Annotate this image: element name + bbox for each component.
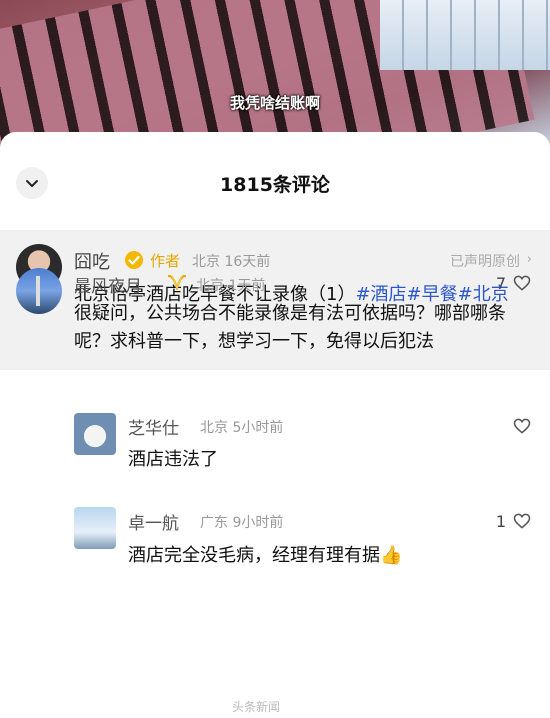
like-count: 7 (495, 273, 506, 293)
fan-badge-icon (167, 274, 187, 290)
avatar[interactable] (74, 507, 116, 549)
heart-icon (513, 513, 531, 529)
comment-sheet: 1815条评论 囧吃 作者 北京 16天前 已声明原创 › 北京怡亭酒店吃早餐不… (0, 132, 550, 718)
commenter-name[interactable]: 卓一航 (128, 509, 179, 534)
commenter-name[interactable]: 芝华仕 (128, 414, 179, 439)
author-name[interactable]: 囧吃 (74, 248, 110, 274)
like-count: 1 (495, 511, 506, 531)
author-tag: 作者 (150, 252, 181, 270)
heart-icon (513, 418, 531, 434)
comment-meta: 广东 9小时前 (200, 515, 284, 531)
sheet-header: 1815条评论 (0, 132, 550, 230)
comment-meta: 北京 16天前 (192, 254, 271, 270)
video-window (380, 0, 550, 70)
comment-text: 酒店完全没毛病，经理有理有据👍 (128, 545, 403, 566)
video-subtitle: 我凭啥结账啊 (229, 94, 320, 112)
heart-icon (513, 275, 531, 291)
chevron-right-icon: › (526, 252, 532, 267)
like-button[interactable]: 7 (496, 273, 532, 293)
comment-text: 很疑问，公共场合不能录像是有法可依据吗？哪部哪条呢？求科普一下，想学习一下，免得… (74, 303, 506, 352)
comment-meta: 北京 1天前 (196, 278, 266, 294)
comment-text: 酒店违法了 (128, 449, 218, 470)
commenter-name[interactable]: 晨风夜月 (74, 272, 142, 297)
avatar[interactable] (16, 268, 62, 314)
like-button[interactable] (506, 416, 532, 436)
comment-meta: 北京 5小时前 (200, 420, 284, 436)
avatar[interactable] (74, 413, 116, 455)
comment-count-title: 1815条评论 (220, 174, 330, 196)
like-button[interactable]: 1 (496, 511, 532, 531)
video-player[interactable]: 我凭啥结账啊 (0, 0, 550, 150)
watermark: 头条新闻 (232, 700, 281, 714)
verified-badge-icon (125, 251, 143, 269)
original-claim[interactable]: 已声明原创 (450, 251, 520, 271)
